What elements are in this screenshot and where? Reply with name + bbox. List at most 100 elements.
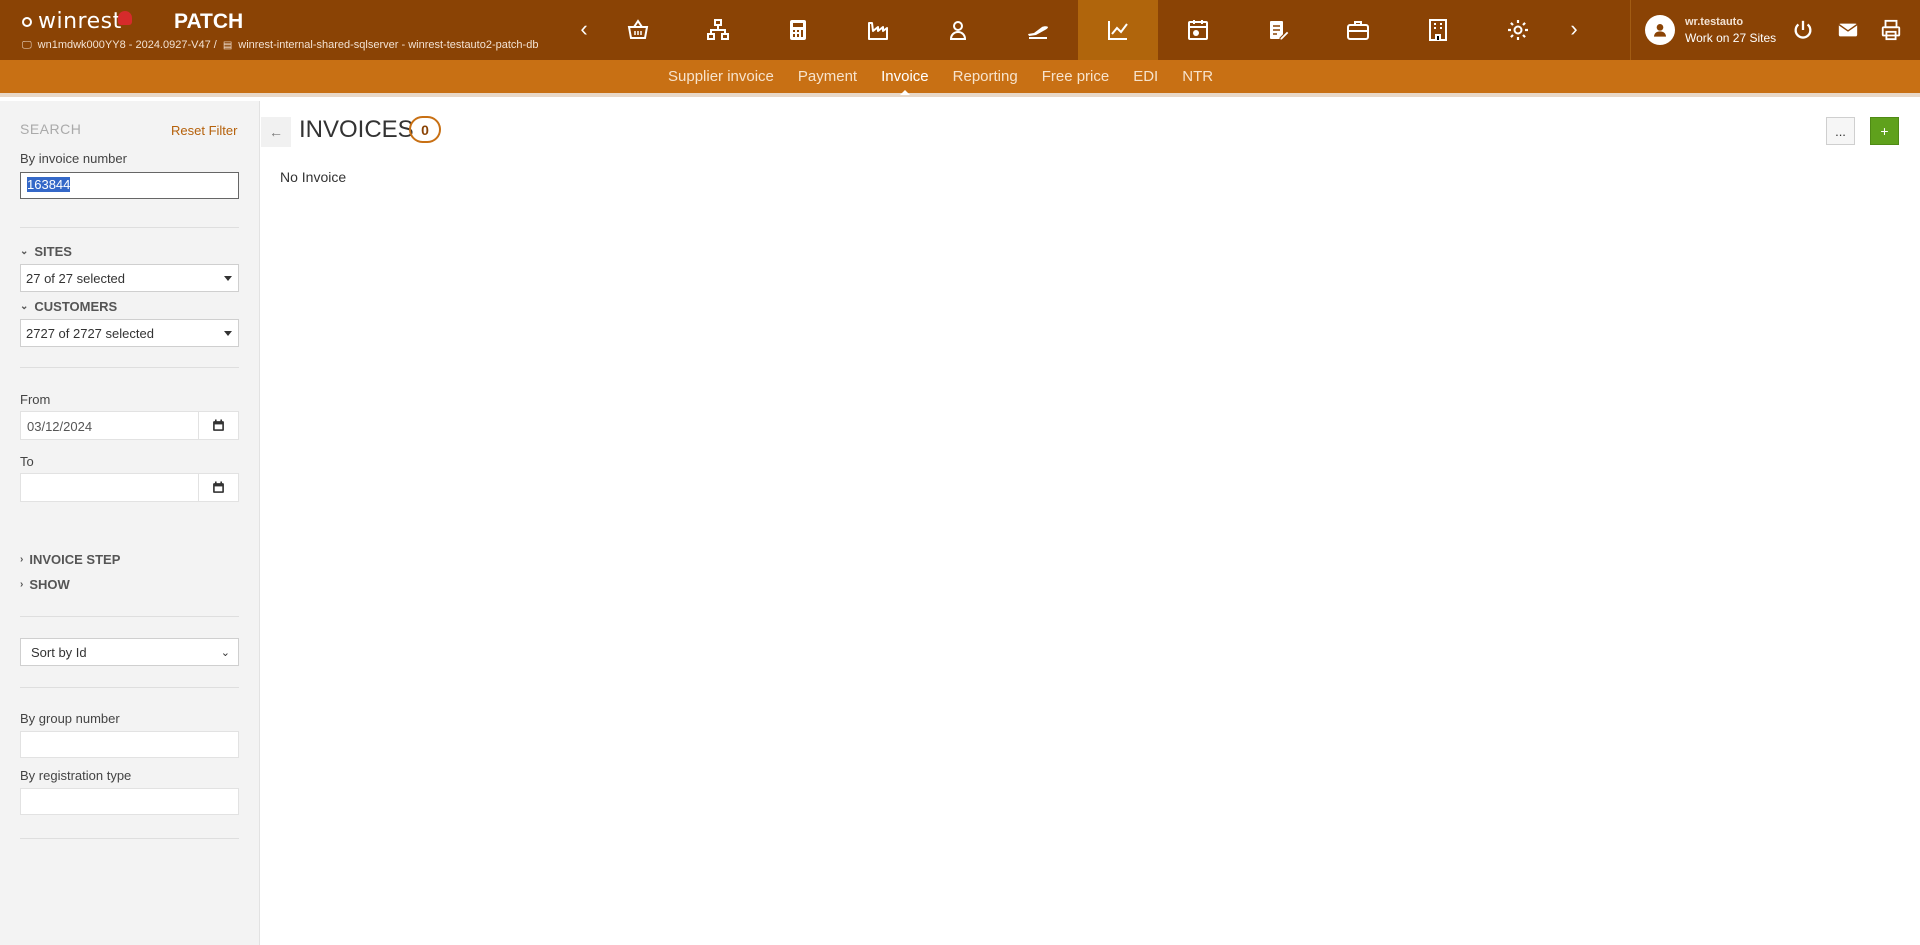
to-date-input[interactable]	[20, 473, 239, 502]
add-invoice-button[interactable]: +	[1870, 117, 1899, 145]
customers-section-header[interactable]: ⌄ CUSTOMERS	[20, 299, 117, 314]
chevron-right-icon: ›	[20, 554, 24, 565]
tab-payment[interactable]: Payment	[798, 68, 857, 85]
nav-next-arrow[interactable]: ›	[1562, 16, 1586, 42]
module-nav	[598, 0, 1558, 60]
show-section-header[interactable]: › SHOW	[20, 577, 70, 592]
caret-down-icon	[224, 276, 232, 281]
chevron-down-icon: ⌄	[20, 246, 29, 257]
calendar-icon	[213, 481, 224, 493]
divider	[20, 687, 239, 688]
database-icon: ▤	[222, 39, 233, 51]
search-title: SEARCH	[20, 121, 82, 137]
user-sites: Work on 27 Sites	[1685, 31, 1777, 45]
calendar-gear-icon	[1188, 20, 1208, 40]
machine-version: wn1mdwk000YY8 - 2024.0927-V47 /	[37, 39, 217, 51]
nav-calculator[interactable]	[758, 0, 838, 60]
divider	[20, 227, 239, 228]
nav-plane[interactable]	[998, 0, 1078, 60]
clipboard-edit-icon	[1270, 21, 1290, 41]
sites-section-header[interactable]: ⌄ SITES	[20, 244, 72, 259]
tab-ntr[interactable]: NTR	[1182, 68, 1213, 85]
chart-line-icon	[1108, 21, 1128, 40]
briefcase-icon	[1347, 21, 1369, 40]
sites-dropdown-value: 27 of 27 selected	[26, 271, 126, 286]
tab-reporting[interactable]: Reporting	[953, 68, 1018, 85]
invoice-number-value: 163844	[27, 177, 71, 192]
tab-invoice[interactable]: Invoice	[881, 68, 929, 95]
printer-icon	[1881, 19, 1901, 41]
tab-supplier-invoice[interactable]: Supplier invoice	[668, 68, 774, 85]
divider	[20, 838, 239, 839]
user-icon	[949, 21, 967, 40]
reset-filter-link[interactable]: Reset Filter	[171, 123, 237, 138]
invoice-number-label: By invoice number	[20, 151, 127, 166]
sort-select[interactable]: Sort by Id ⌄	[20, 638, 239, 666]
invoice-number-input[interactable]: 163844	[20, 172, 239, 199]
back-button[interactable]: ←	[261, 117, 291, 147]
registration-type-label: By registration type	[20, 768, 132, 783]
caret-down-icon	[224, 331, 232, 336]
avatar[interactable]	[1645, 15, 1675, 45]
more-options-button[interactable]: ...	[1826, 117, 1855, 145]
arrow-left-icon: ←	[269, 124, 283, 140]
registration-type-input[interactable]	[20, 788, 239, 815]
nav-chart[interactable]	[1078, 0, 1158, 60]
user-menu[interactable]: wr.testauto Work on 27 Sites	[1630, 0, 1776, 60]
power-icon	[1794, 20, 1812, 39]
app-name: PATCH	[174, 10, 244, 33]
sort-select-value: Sort by Id	[31, 645, 87, 660]
sites-dropdown[interactable]: 27 of 27 selected	[20, 264, 239, 292]
gear-icon	[1508, 20, 1528, 40]
to-calendar-button[interactable]	[198, 474, 238, 501]
nav-clipboard[interactable]	[1238, 0, 1318, 60]
chevron-down-icon: ⌄	[20, 301, 29, 312]
invoice-count-badge: 0	[409, 116, 441, 143]
from-date-input[interactable]: 03/12/2024	[20, 411, 239, 440]
plane-icon	[1028, 26, 1048, 39]
tab-edi[interactable]: EDI	[1133, 68, 1158, 85]
from-label: From	[20, 392, 51, 407]
calculator-icon	[790, 20, 806, 40]
monitor-icon: 🖵	[22, 39, 32, 51]
customers-dropdown[interactable]: 2727 of 2727 selected	[20, 319, 239, 347]
user-name: wr.testauto	[1685, 16, 1744, 28]
messages-button[interactable]	[1834, 16, 1862, 44]
empty-message: No Invoice	[280, 169, 347, 185]
from-date-value: 03/12/2024	[27, 419, 93, 434]
group-number-input[interactable]	[20, 731, 239, 758]
environment-info: 🖵 wn1mdwk000YY8 - 2024.0927-V47 / ▤ winr…	[22, 39, 538, 51]
sitemap-icon	[707, 19, 729, 40]
nav-briefcase[interactable]	[1318, 0, 1398, 60]
nav-building[interactable]	[1398, 0, 1478, 60]
building-icon	[1429, 19, 1447, 41]
divider	[20, 367, 239, 368]
database-name: winrest-internal-shared-sqlserver - winr…	[238, 39, 539, 51]
nav-user[interactable]	[918, 0, 998, 60]
logout-button[interactable]	[1789, 16, 1817, 44]
sub-navigation: Supplier invoice Payment Invoice Reporti…	[0, 60, 1920, 97]
envelope-icon	[1838, 23, 1858, 37]
top-header: winrest PATCH 🖵 wn1mdwk000YY8 - 2024.092…	[0, 0, 1920, 60]
group-number-label: By group number	[20, 711, 120, 726]
winrest-logo[interactable]: winrest	[22, 9, 132, 34]
chevron-right-icon: ›	[20, 579, 24, 590]
from-calendar-button[interactable]	[198, 412, 238, 439]
nav-factory[interactable]	[838, 0, 918, 60]
tab-free-price[interactable]: Free price	[1042, 68, 1110, 85]
factory-icon	[868, 22, 888, 40]
divider	[20, 616, 239, 617]
print-button[interactable]	[1877, 16, 1905, 44]
user-avatar-icon	[1654, 24, 1666, 37]
page-title: INVOICES	[299, 116, 414, 143]
nav-basket[interactable]	[598, 0, 678, 60]
nav-prev-arrow[interactable]: ‹	[572, 16, 596, 42]
calendar-icon	[213, 419, 224, 431]
nav-calendar[interactable]	[1158, 0, 1238, 60]
nav-settings[interactable]	[1478, 0, 1558, 60]
to-label: To	[20, 454, 34, 469]
customers-dropdown-value: 2727 of 2727 selected	[26, 326, 154, 341]
nav-sitemap[interactable]	[678, 0, 758, 60]
invoice-step-section-header[interactable]: › INVOICE STEP	[20, 552, 120, 567]
basket-icon	[627, 19, 649, 39]
